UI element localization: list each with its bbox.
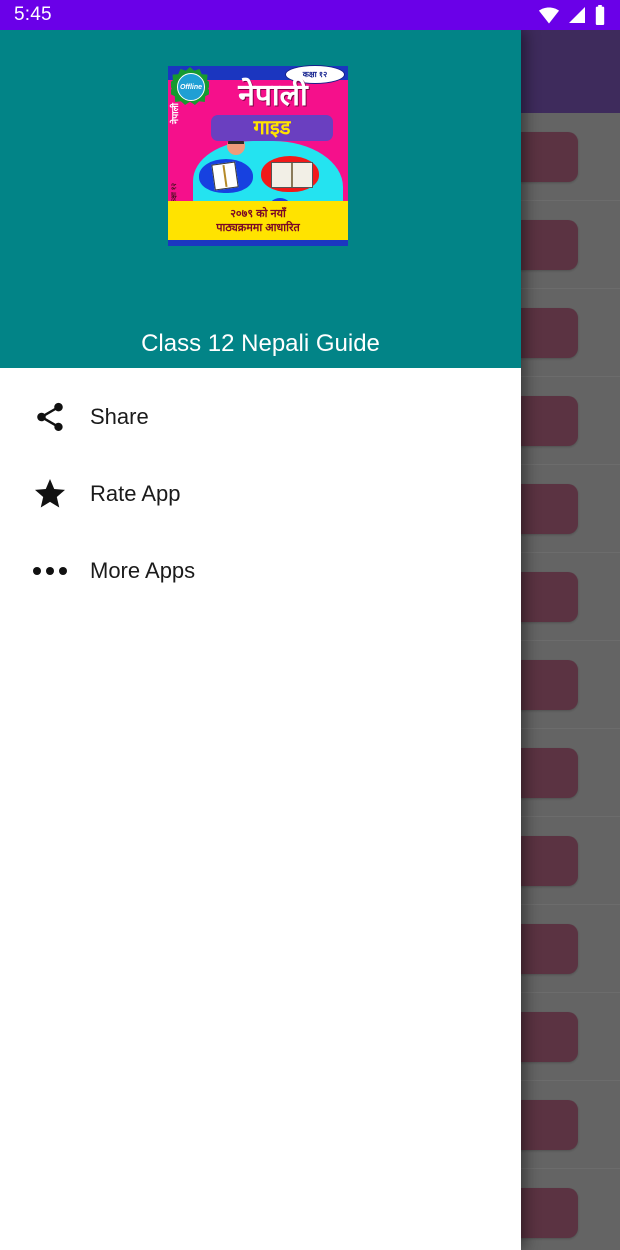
app-icon-class-badge-label: कक्षा १२ — [302, 69, 328, 79]
offline-badge-label: Offline — [179, 83, 203, 91]
navigation-drawer: नेपाली गाइड कक्षा १२ Offline नेपाली कक्ष… — [0, 30, 521, 1250]
more-dot — [33, 566, 41, 575]
app-icon-footer-line2: पाठ्यक्रममा आधारित — [216, 221, 300, 234]
status-bar-clock: 5:45 — [14, 4, 52, 25]
app-icon-open-book — [271, 162, 313, 188]
app-icon-footer-line1: २०७९ को नयाँ — [230, 207, 286, 220]
drawer-header: नेपाली गाइड कक्षा १२ Offline नेपाली कक्ष… — [0, 30, 521, 368]
app-screen: नेपाली गाइड कक्षा १२ Offline नेपाली कक्ष… — [0, 0, 620, 1250]
more-dot — [59, 566, 67, 575]
star-icon — [28, 472, 72, 516]
drawer-item-label: More Apps — [90, 557, 196, 583]
app-icon-bottom-band — [168, 240, 348, 246]
share-icon — [28, 395, 72, 439]
app-icon-spine-title: नेपाली — [170, 103, 180, 124]
more-dots — [33, 566, 67, 575]
offline-badge-circle: Offline — [177, 73, 205, 101]
drawer-item-more-apps[interactable]: More Apps — [0, 532, 521, 609]
drawer-item-rate-app[interactable]: Rate App — [0, 455, 521, 532]
status-bar: 5:45 — [0, 0, 620, 30]
wifi-icon — [538, 7, 560, 24]
drawer-item-label: Share — [90, 403, 149, 429]
battery-icon — [595, 5, 605, 25]
app-icon-cover-subtitle: गाइड — [253, 117, 291, 139]
drawer-item-label: Rate App — [90, 480, 181, 506]
app-icon: नेपाली गाइड कक्षा १२ Offline नेपाली कक्ष… — [165, 63, 351, 249]
app-icon-cover-subtitle-plate: गाइड — [211, 115, 333, 141]
app-icon-footer-plate: २०७९ को नयाँ पाठ्यक्रममा आधारित — [168, 201, 348, 241]
drawer-item-share[interactable]: Share — [0, 378, 521, 455]
drawer-menu: Share Rate App More Apps — [0, 368, 521, 609]
signal-icon — [569, 7, 585, 23]
drawer-app-title: Class 12 Nepali Guide — [141, 330, 380, 357]
more-horizontal-icon — [28, 549, 72, 593]
status-bar-icons — [538, 5, 606, 25]
app-icon-notebook — [211, 161, 239, 191]
more-dot — [46, 566, 54, 575]
app-icon-cover-title: नेपाली — [238, 79, 308, 112]
